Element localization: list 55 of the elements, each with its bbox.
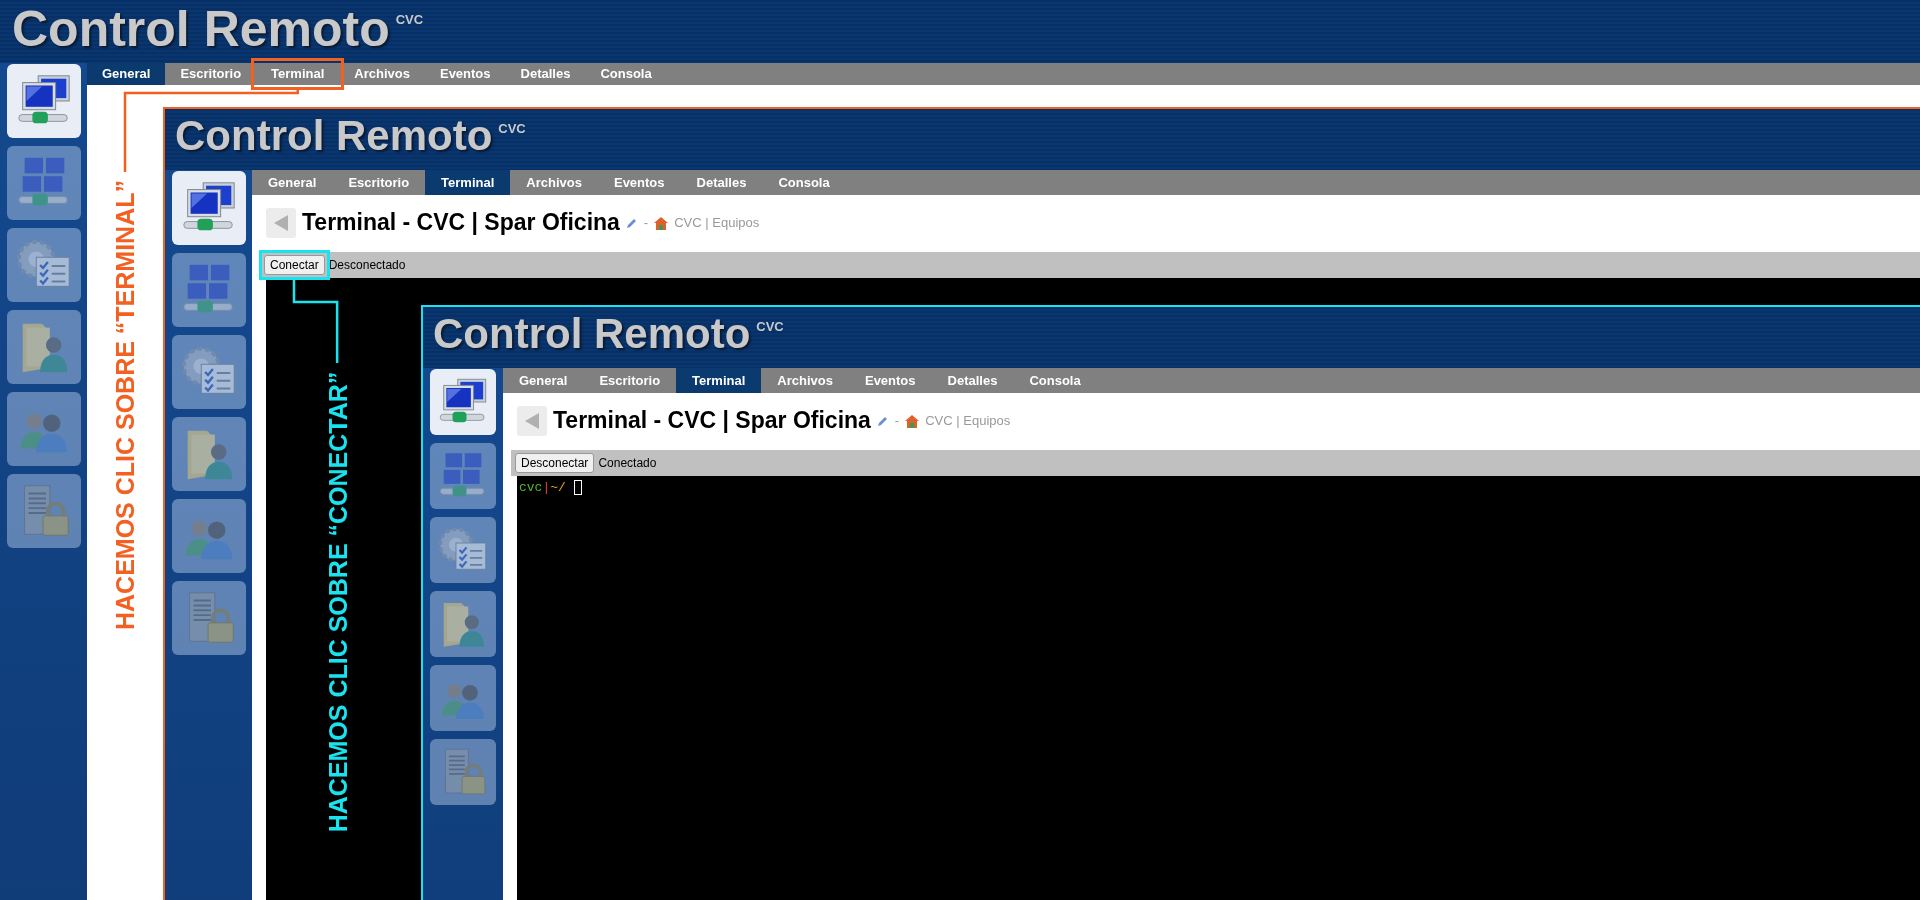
separator-text: - (894, 412, 900, 431)
sidebar-button[interactable] (430, 369, 496, 435)
app-subtitle: CVC (395, 11, 424, 29)
app-title: Control Remoto (12, 4, 390, 54)
tab[interactable]: Escritorio (165, 63, 257, 85)
pencil-icon[interactable] (876, 415, 889, 427)
pencil-icon[interactable] (625, 217, 638, 229)
tab[interactable]: Detalles (680, 170, 763, 195)
annotation-text: HACEMOS CLIC SOBRE “TERMINAL” (112, 180, 138, 630)
tab[interactable]: General (503, 368, 584, 393)
back-arrow-icon (524, 412, 540, 430)
sidebar-button[interactable] (171, 171, 246, 245)
tab[interactable]: Eventos (597, 170, 681, 195)
connection-button[interactable]: Desconectar (515, 453, 595, 473)
highlight-box (259, 250, 330, 280)
separator-text: - (643, 214, 649, 233)
tab[interactable]: Detalles (931, 368, 1014, 393)
breadcrumb-link[interactable]: CVC | Equipos (674, 213, 760, 233)
tab[interactable]: Escritorio (332, 170, 426, 195)
house-icon (654, 216, 669, 230)
tab[interactable]: General (87, 63, 166, 85)
app-title: Control Remoto (175, 115, 493, 157)
text-cursor (573, 480, 582, 496)
connection-status: Conectado (598, 455, 657, 472)
connection-button[interactable]: Conectar (264, 255, 325, 275)
page-title: Terminal - CVC | Spar Oficina (553, 407, 871, 435)
app-title: Control Remoto (433, 313, 751, 355)
tab[interactable]: Eventos (424, 63, 506, 85)
prompt-text: | (542, 479, 551, 497)
prompt-text: ~/ (550, 479, 566, 497)
tab[interactable]: Eventos (848, 368, 932, 393)
tab[interactable]: Detalles (505, 63, 586, 85)
back-arrow-icon (273, 214, 289, 232)
house-icon (905, 414, 920, 428)
page-title: Terminal - CVC | Spar Oficina (302, 209, 620, 237)
breadcrumb-link[interactable]: CVC | Equipos (925, 411, 1011, 431)
tab[interactable]: Consola (585, 63, 667, 85)
tab[interactable]: Terminal (425, 170, 511, 195)
app-subtitle: CVC (756, 318, 784, 336)
tab[interactable]: General (252, 170, 333, 195)
tab[interactable]: Archivos (510, 170, 598, 195)
sidebar-button[interactable] (6, 64, 81, 138)
annotation-text: HACEMOS CLIC SOBRE “CONECTAR” (325, 371, 350, 832)
tab[interactable]: Terminal (676, 368, 762, 393)
back-button[interactable] (517, 406, 547, 436)
back-button[interactable] (266, 208, 296, 238)
connection-status: Desconectado (328, 257, 406, 274)
app-subtitle: CVC (498, 120, 526, 138)
tab[interactable]: Consola (762, 170, 846, 195)
tab[interactable]: Escritorio (583, 368, 677, 393)
prompt-text: cvc (519, 479, 543, 497)
tab[interactable]: Terminal (256, 63, 340, 85)
tab[interactable]: Archivos (761, 368, 849, 393)
tab[interactable]: Consola (1013, 368, 1097, 393)
tab[interactable]: Archivos (339, 63, 425, 85)
